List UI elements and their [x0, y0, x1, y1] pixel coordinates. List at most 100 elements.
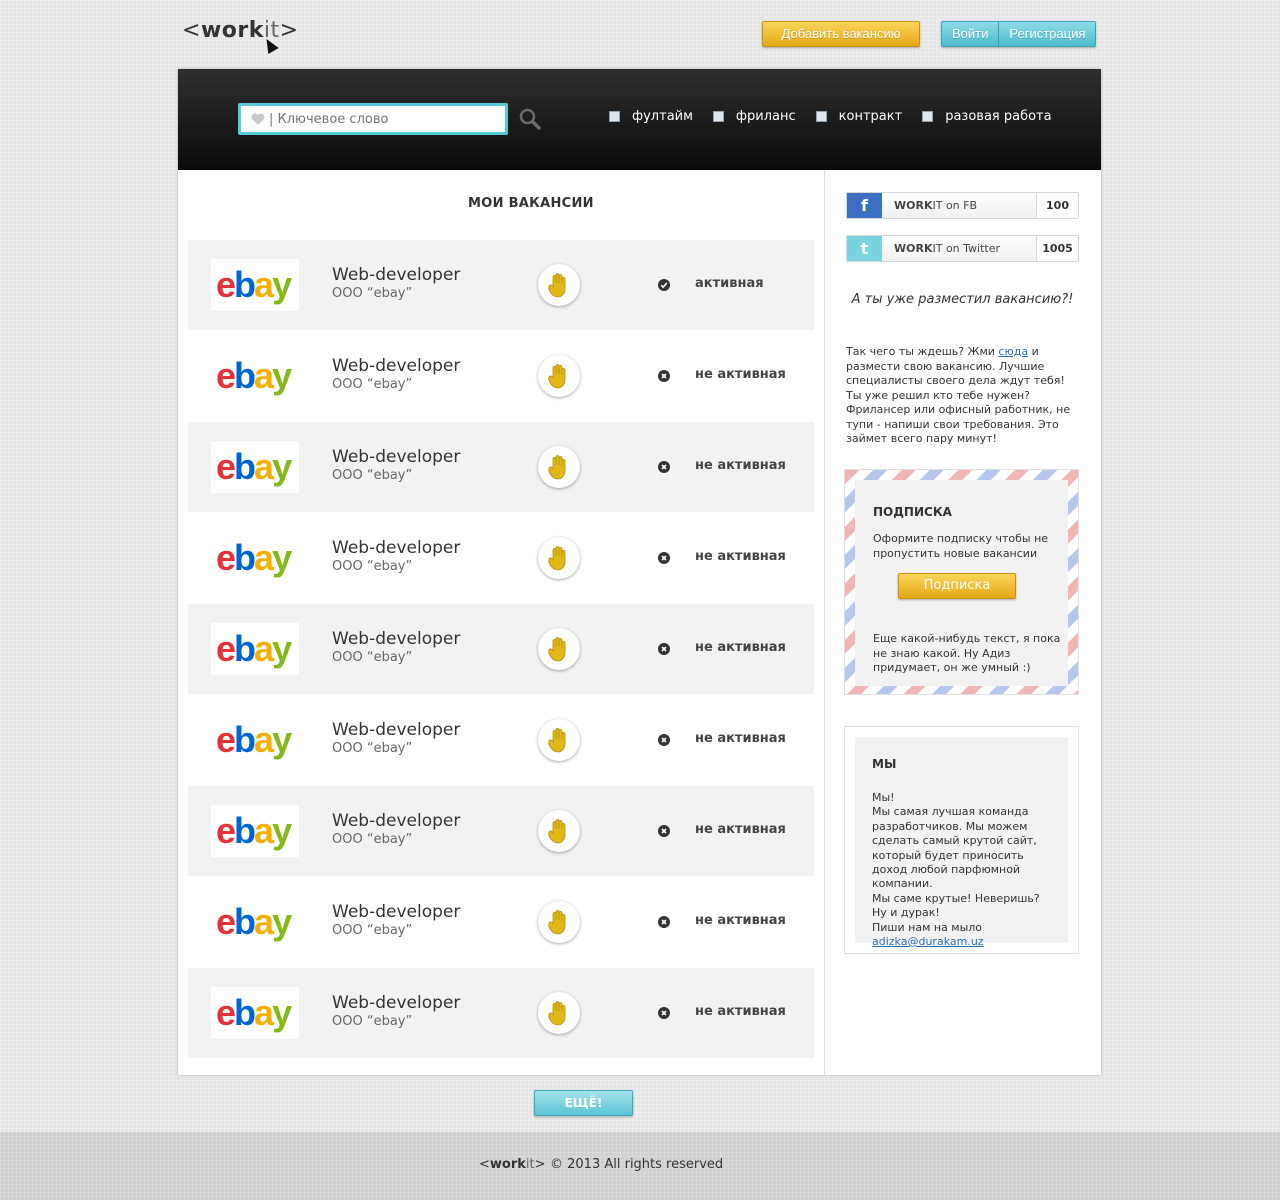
filter-fulltime[interactable]: фултайм: [609, 109, 693, 124]
hand-icon[interactable]: [538, 901, 580, 943]
close-circle-icon: [658, 734, 670, 746]
about-email-link[interactable]: adizka@durakam.uz: [872, 935, 984, 948]
about-line: Мы!: [872, 791, 895, 804]
vacancy-status: не активная: [695, 367, 786, 382]
vacancy-row[interactable]: ebay Web-developer ООО “ebay” не активная: [188, 604, 814, 694]
social-brand: WORK: [894, 199, 933, 212]
vacancy-title[interactable]: Web-developer: [332, 265, 460, 285]
checkbox-icon[interactable]: [815, 111, 827, 122]
vacancy-company: ООО “ebay”: [332, 923, 413, 938]
ebay-logo-icon: ebay: [216, 264, 292, 305]
subscription-inner: ПОДПИСКА Оформите подписку чтобы не проп…: [855, 480, 1068, 686]
vacancy-row[interactable]: ebay Web-developer ООО “ebay” не активная: [188, 695, 814, 785]
promo-text: Так чего ты ждешь? Жми сюда и размести с…: [846, 345, 1081, 447]
company-logo: ebay: [211, 987, 299, 1039]
close-circle-icon: [658, 825, 670, 837]
hand-icon[interactable]: [538, 810, 580, 852]
hand-icon[interactable]: [538, 446, 580, 488]
vacancy-title[interactable]: Web-developer: [332, 811, 460, 831]
about-title: МЫ: [872, 757, 897, 771]
vacancy-row[interactable]: ebay Web-developer ООО “ebay” не активная: [188, 331, 814, 421]
vacancy-row[interactable]: ebay Web-developer ООО “ebay” не активная: [188, 422, 814, 512]
register-button[interactable]: Регистрация: [999, 22, 1095, 46]
filter-freelance[interactable]: фриланс: [712, 109, 796, 124]
vacancy-title[interactable]: Web-developer: [332, 902, 460, 922]
vacancy-title[interactable]: Web-developer: [332, 629, 460, 649]
vacancy-row[interactable]: ebay Web-developer ООО “ebay” не активная: [188, 968, 814, 1058]
social-facebook[interactable]: f WORKIT on FB 100: [846, 192, 1079, 219]
vacancy-title[interactable]: Web-developer: [332, 447, 460, 467]
logo-open: <: [182, 18, 201, 43]
hand-icon-glyph: [548, 910, 566, 935]
close-circle-icon: [658, 643, 670, 655]
about-inner: МЫ Мы! Мы самая лучшая команда разработч…: [855, 737, 1068, 948]
vacancy-title[interactable]: Web-developer: [332, 720, 460, 740]
check-circle-icon: [658, 279, 670, 291]
vacancy-company: ООО “ebay”: [332, 1014, 413, 1029]
social-label: WORKIT on Twitter: [882, 236, 1036, 261]
social-twitter[interactable]: t WORKIT on Twitter 1005: [846, 235, 1079, 262]
hand-icon-glyph: [548, 455, 566, 480]
search-box[interactable]: [238, 103, 508, 135]
vacancy-row[interactable]: ebay Web-developer ООО “ebay” не активная: [188, 513, 814, 603]
close-circle-icon: [658, 1007, 670, 1019]
add-vacancy-button[interactable]: Добавить вакансию: [762, 21, 920, 47]
ebay-logo-icon: ebay: [216, 537, 292, 578]
social-count: 100: [1036, 193, 1078, 218]
hand-icon[interactable]: [538, 355, 580, 397]
filter-label: фриланс: [735, 109, 796, 124]
checkbox-icon[interactable]: [922, 111, 934, 122]
subscription-text: Оформите подписку чтобы не пропустить но…: [873, 532, 1049, 560]
page-title: МОИ ВАКАНСИИ: [468, 196, 594, 211]
about-card: МЫ Мы! Мы самая лучшая команда разработч…: [844, 726, 1079, 954]
search-input[interactable]: [269, 109, 499, 129]
vacancy-company: ООО “ebay”: [332, 741, 413, 756]
hand-icon[interactable]: [538, 628, 580, 670]
hand-icon[interactable]: [538, 992, 580, 1034]
logo-open: <: [479, 1157, 490, 1172]
vacancy-company: ООО “ebay”: [332, 832, 413, 847]
vacancy-title[interactable]: Web-developer: [332, 356, 460, 376]
ebay-logo-icon: ebay: [216, 355, 292, 396]
social-suffix: IT on FB: [932, 199, 978, 212]
promo-link[interactable]: сюда: [998, 345, 1028, 358]
filter-label: фултайм: [632, 109, 693, 124]
vacancy-row[interactable]: ebay Web-developer ООО “ebay” не активная: [188, 786, 814, 876]
checkbox-icon[interactable]: [712, 111, 724, 122]
vacancy-company: ООО “ebay”: [332, 559, 413, 574]
logo-work: work: [200, 18, 264, 43]
vacancy-row[interactable]: ebay Web-developer ООО “ebay” активная: [188, 240, 814, 330]
checkbox-icon[interactable]: [609, 111, 620, 122]
footer-logo[interactable]: <workit>: [479, 1157, 546, 1172]
hand-icon[interactable]: [538, 264, 580, 306]
company-logo: ebay: [211, 350, 299, 402]
vacancy-title[interactable]: Web-developer: [332, 538, 460, 558]
ebay-logo-icon: ebay: [216, 446, 292, 487]
logo-close: >: [279, 18, 299, 43]
close-circle-icon: [658, 461, 670, 473]
login-button[interactable]: Войти: [942, 22, 998, 46]
vacancy-row[interactable]: ebay Web-developer ООО “ebay” не активная: [188, 877, 814, 967]
subscription-card: ПОДПИСКА Оформите подписку чтобы не проп…: [844, 469, 1079, 695]
company-logo: ebay: [211, 896, 299, 948]
load-more-button[interactable]: ЕЩЁ!: [534, 1090, 633, 1116]
promo-text-after: и размести свою вакансию. Лучшие специал…: [846, 345, 1071, 445]
footer: <workit> © 2013 All rights reserved: [0, 1132, 1280, 1200]
about-line: Ну и дурак!: [872, 906, 940, 920]
vacancy-title[interactable]: Web-developer: [332, 993, 460, 1013]
subscribe-button[interactable]: Подписка: [898, 573, 1016, 599]
about-line: Пиши нам на мыло: [872, 920, 983, 934]
search-icon[interactable]: [519, 108, 541, 130]
copyright-text: © 2013 All rights reserved: [550, 1157, 724, 1172]
hand-icon[interactable]: [538, 719, 580, 761]
vacancy-company: ООО “ebay”: [332, 286, 413, 301]
close-circle-icon: [658, 552, 670, 564]
company-logo: ebay: [211, 714, 299, 766]
filter-one-time[interactable]: разовая работа: [922, 109, 1052, 124]
social-brand: WORK: [894, 242, 933, 255]
hand-icon-glyph: [548, 637, 566, 662]
hand-icon[interactable]: [538, 537, 580, 579]
filter-contract[interactable]: контракт: [815, 109, 902, 124]
site-logo[interactable]: <workit>: [182, 18, 299, 55]
ebay-logo-icon: ebay: [216, 810, 292, 851]
